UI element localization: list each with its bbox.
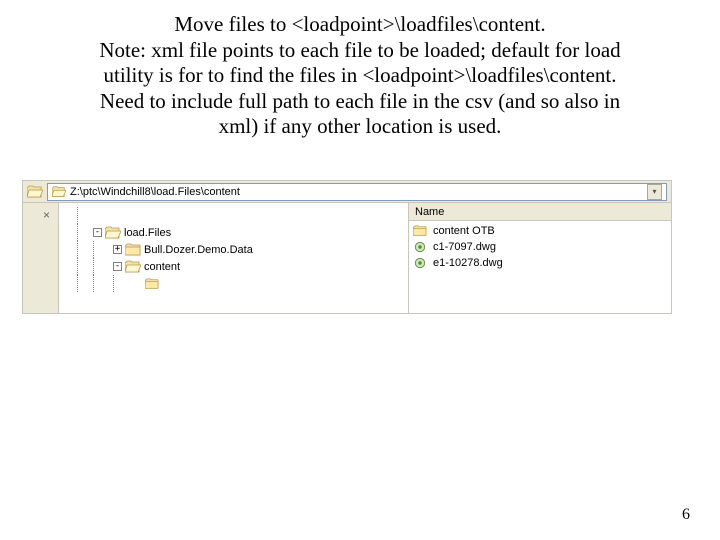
address-path-text: Z:\ptc\Windchill8\load.Files\content [70, 185, 643, 199]
folder-tree-pane[interactable]: - load.Files + Bull.Dozer.Demo.Data [59, 203, 409, 313]
expander-plus-icon[interactable]: + [113, 245, 122, 254]
file-list-pane[interactable]: Name content OTB c1-7097.dwg [409, 203, 671, 313]
list-item[interactable]: content OTB [413, 223, 671, 239]
address-dropdown-button[interactable]: ▾ [647, 184, 662, 200]
address-bar: Z:\ptc\Windchill8\load.Files\content ▾ [23, 181, 671, 203]
expander-minus-icon[interactable]: - [93, 228, 102, 237]
file-name: c1-7097.dwg [433, 241, 496, 253]
folder-closed-icon [413, 225, 427, 237]
list-item[interactable]: c1-7097.dwg [413, 239, 671, 255]
address-field[interactable]: Z:\ptc\Windchill8\load.Files\content ▾ [47, 183, 667, 201]
expander-minus-icon[interactable]: - [113, 262, 122, 271]
tree-label: Bull.Dozer.Demo.Data [144, 243, 253, 257]
close-icon[interactable]: × [39, 209, 54, 224]
file-name: e1-10278.dwg [433, 257, 503, 269]
tree-label: load.Files [124, 226, 171, 240]
tree-row: + [59, 275, 408, 292]
column-header-name[interactable]: Name [409, 203, 671, 221]
instruction-line: utility is for to find the files in <loa… [103, 63, 616, 87]
column-header-label: Name [415, 206, 444, 218]
instruction-line: Need to include full path to each file i… [100, 89, 620, 113]
dwg-file-icon [413, 241, 427, 253]
file-name: content OTB [433, 225, 495, 237]
list-item[interactable]: e1-10278.dwg [413, 255, 671, 271]
instruction-line: Note: xml file points to each file to be… [99, 38, 620, 62]
folder-open-icon [125, 260, 141, 274]
instruction-line: Move files to <loadpoint>\loadfiles\cont… [174, 12, 545, 36]
tasks-pane: × [23, 203, 59, 313]
address-bar-icon [27, 184, 43, 200]
folder-closed-icon [125, 243, 141, 257]
tree-label: content [144, 260, 180, 274]
dwg-file-icon [413, 257, 427, 269]
instruction-line: xml) if any other location is used. [219, 114, 502, 138]
folder-open-icon [52, 185, 66, 199]
explorer-window: Z:\ptc\Windchill8\load.Files\content ▾ ×… [22, 180, 672, 314]
tree-node-loadfiles[interactable]: - load.Files [59, 224, 408, 241]
instructions-block: Move files to <loadpoint>\loadfiles\cont… [0, 0, 720, 140]
folder-open-icon [105, 226, 121, 240]
tree-node-bulldozer[interactable]: + Bull.Dozer.Demo.Data [59, 241, 408, 258]
folder-closed-icon [145, 278, 159, 290]
tree-node-content[interactable]: - content [59, 258, 408, 275]
page-number: 6 [682, 506, 690, 524]
tree-row [59, 207, 408, 224]
